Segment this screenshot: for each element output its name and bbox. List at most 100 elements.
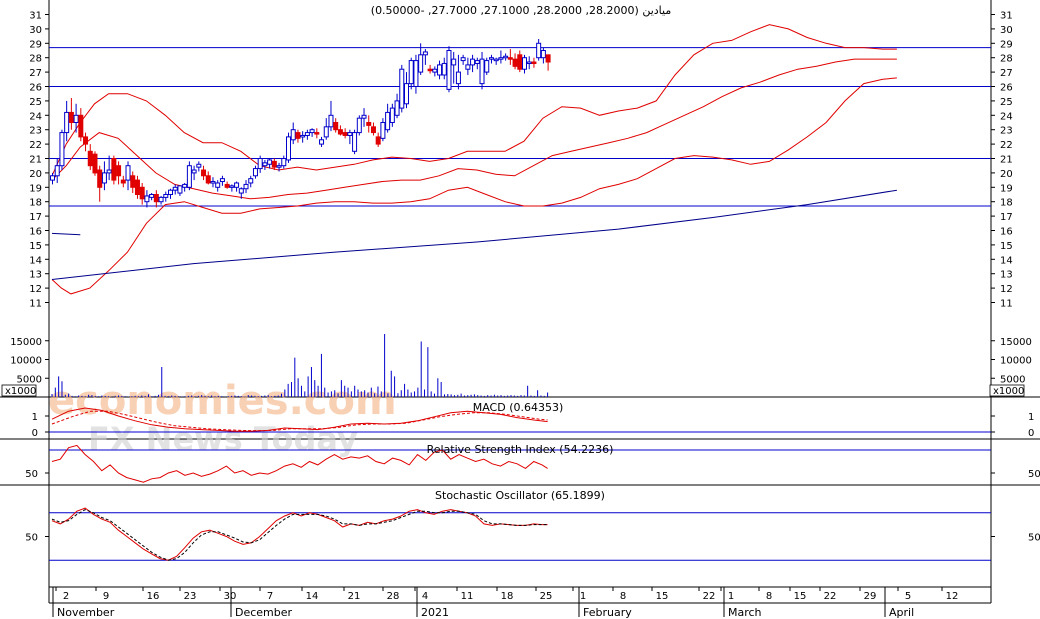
candle-body xyxy=(50,175,55,181)
x-tick-label: 29 xyxy=(864,591,877,602)
candle-body xyxy=(238,188,244,194)
price-tick-label: 22 xyxy=(1000,140,1013,151)
candle-body xyxy=(451,58,457,66)
macd-tick-label: 1 xyxy=(32,412,38,423)
candle-body xyxy=(290,129,296,141)
candle-body xyxy=(186,165,192,188)
candle-body xyxy=(59,132,65,167)
candle-body xyxy=(106,169,112,174)
candle-body xyxy=(219,178,225,183)
price-tick-label: 13 xyxy=(1000,270,1013,281)
candle-body xyxy=(153,194,159,203)
candle-body xyxy=(498,57,504,60)
candle-body xyxy=(196,163,202,168)
x-tick-label: 18 xyxy=(501,591,514,602)
volume-tick-label: 10000 xyxy=(10,356,42,367)
candle-body xyxy=(540,50,546,59)
price-tick-label: 28 xyxy=(1000,54,1013,65)
candle-body xyxy=(252,168,258,177)
candle-body xyxy=(399,68,405,109)
candle-body xyxy=(149,194,155,198)
candle-body xyxy=(309,129,315,134)
stock-chart: economies.com FX News Today 31 3130 3029 29… xyxy=(0,0,1040,619)
candle-body xyxy=(172,186,178,191)
candle-body xyxy=(474,60,480,64)
x-tick-label: 28 xyxy=(387,591,400,602)
stochastic-tick-label: 50 xyxy=(25,533,38,544)
candle-body xyxy=(64,111,70,134)
candle-body xyxy=(380,122,386,139)
price-tick-label: 29 xyxy=(1000,39,1013,50)
x-tick-label: 16 xyxy=(147,591,160,602)
month-label: November xyxy=(57,606,115,619)
x-tick-label: 5 xyxy=(905,591,911,602)
price-tick-label: 16 xyxy=(1000,227,1013,238)
candle-body xyxy=(408,60,414,85)
price-tick-label: 28 xyxy=(29,54,42,65)
rsi-title: Relative Strength Index (54.2236) xyxy=(427,443,614,456)
candle-body xyxy=(248,178,254,184)
candle-body xyxy=(73,114,79,124)
volume-unit-right: x1000 xyxy=(993,386,1024,397)
candle-body xyxy=(286,136,291,161)
price-tick-label: 25 xyxy=(29,97,42,108)
price-tick-label: 18 xyxy=(29,198,42,209)
candle-body xyxy=(276,165,282,168)
x-tick-label: 25 xyxy=(540,591,553,602)
candle-body xyxy=(234,182,240,188)
price-tick-label: 31 xyxy=(29,11,42,22)
x-tick-label: 9 xyxy=(103,591,109,602)
price-tick-label: 12 xyxy=(29,284,42,295)
candle-body xyxy=(389,107,395,123)
price-tick-label: 27 xyxy=(29,68,42,79)
price-tick-label: 22 xyxy=(29,140,42,151)
price-tick-label: 14 xyxy=(1000,255,1013,266)
candle-body xyxy=(168,189,173,195)
price-tick-label: 17 xyxy=(1000,212,1013,223)
candle-body xyxy=(437,64,443,76)
price-tick-label: 15 xyxy=(1000,241,1013,252)
x-tick-label: 30 xyxy=(224,591,237,602)
price-tick-label: 19 xyxy=(1000,183,1013,194)
month-label: March xyxy=(728,606,762,619)
candle-body xyxy=(120,179,126,184)
candle-body xyxy=(460,57,466,62)
candle-body xyxy=(361,114,367,119)
stochastic-title: Stochastic Oscillator (65.1899) xyxy=(435,489,605,502)
price-tick-label: 17 xyxy=(29,212,42,223)
x-tick-label: 12 xyxy=(946,591,959,602)
candle-body xyxy=(262,162,268,167)
candle-body xyxy=(342,132,348,136)
candle-body xyxy=(470,58,476,66)
price-tick-label: 29 xyxy=(29,39,42,50)
price-chart-title: ميادين (28.2000, 28.2000, 27.1000, 27.70… xyxy=(371,4,672,17)
x-tick-label: 21 xyxy=(348,591,361,602)
candle-body xyxy=(517,54,523,70)
price-tick-label: 25 xyxy=(1000,97,1013,108)
candle-body xyxy=(333,122,339,131)
month-label: April xyxy=(889,606,914,619)
candle-body xyxy=(281,158,287,167)
x-tick-label: 8 xyxy=(620,591,626,602)
candle-body xyxy=(304,132,310,136)
price-tick-label: 26 xyxy=(29,83,42,94)
x-tick-label: 2 xyxy=(63,591,69,602)
candle-body xyxy=(352,132,358,152)
candle-body xyxy=(83,136,89,145)
price-tick-label: 11 xyxy=(29,299,42,310)
volume-tick-label: 10000 xyxy=(1000,356,1032,367)
candle-body xyxy=(394,100,400,116)
candle-body xyxy=(465,64,471,70)
candle-body xyxy=(224,183,230,188)
candle-body xyxy=(68,111,74,123)
x-tick-label: 8 xyxy=(766,591,772,602)
volume-tick-label: 5000 xyxy=(1000,374,1025,385)
candle-body xyxy=(526,61,532,65)
x-tick-label: 15 xyxy=(794,591,807,602)
x-tick-label: 4 xyxy=(422,591,428,602)
x-tick-label: 1 xyxy=(728,591,734,602)
candle-body xyxy=(116,165,122,177)
candle-body xyxy=(144,195,150,203)
candle-body xyxy=(404,83,409,105)
candle-body xyxy=(319,139,325,145)
